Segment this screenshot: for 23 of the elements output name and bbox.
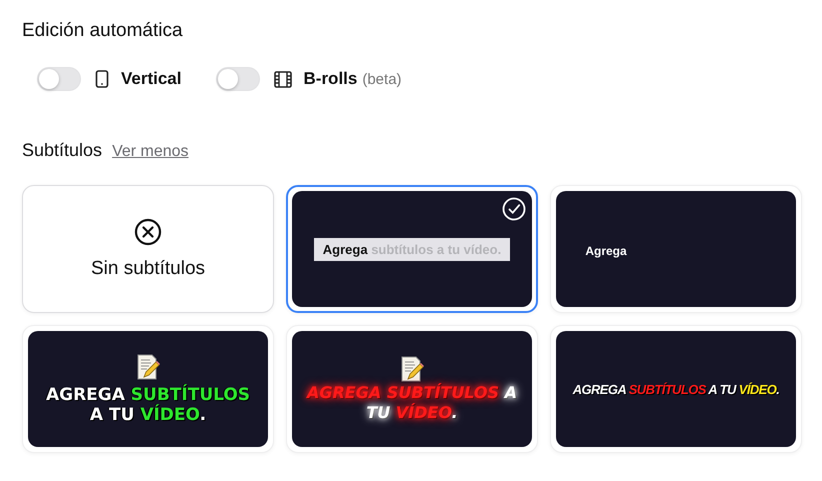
ver-menos-link[interactable]: Ver menos xyxy=(112,143,189,161)
toggle-switch[interactable] xyxy=(37,67,81,91)
check-circle-icon xyxy=(502,197,526,221)
beta-note: (beta) xyxy=(362,70,402,88)
caption-text: AGREGA SUBTÍTULOS A TU VÍDEO. xyxy=(305,383,518,423)
style-card[interactable]: AGREGA SUBTÍTULOS A TU VÍDEO. xyxy=(286,325,538,453)
section-title: Subtítulos xyxy=(22,140,102,161)
phone-icon xyxy=(95,70,109,88)
memo-icon xyxy=(136,353,160,381)
caption-text: Agrega xyxy=(585,244,627,258)
option-label: Sin subtítulos xyxy=(90,258,206,280)
film-icon xyxy=(274,70,292,88)
style-card[interactable]: AGREGA SUBTÍTULOS A TU VÍDEO. xyxy=(22,325,274,453)
toggle-label: B-rolls xyxy=(304,69,358,89)
style-card[interactable]: Sin subtítulos xyxy=(22,185,274,313)
caption-text: AGREGA SUBTÍTULOS A TU VÍDEO. xyxy=(44,385,252,425)
close-circle-icon xyxy=(134,218,162,246)
section-title: Edición automática xyxy=(22,19,184,43)
style-card[interactable]: AGREGA SUBTÍTULOS A TU VÍDEO. xyxy=(550,325,802,453)
toggle-label: Vertical xyxy=(121,69,182,89)
caption-text: AGREGA SUBTÍTULOS A TU VÍDEO. xyxy=(572,382,780,396)
toggle-switch[interactable] xyxy=(216,67,260,91)
style-card[interactable]: Agrega xyxy=(550,185,802,313)
